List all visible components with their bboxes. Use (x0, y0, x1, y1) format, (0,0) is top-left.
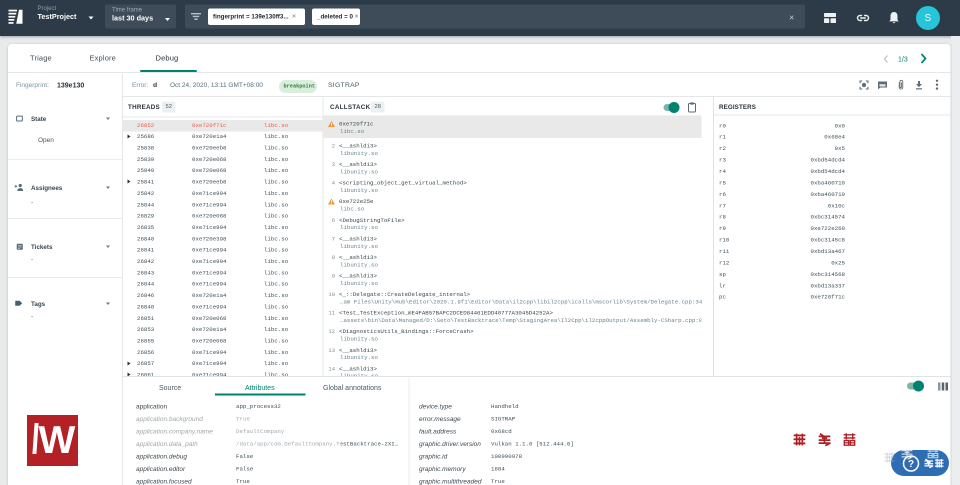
svg-text:?: ? (908, 459, 914, 470)
